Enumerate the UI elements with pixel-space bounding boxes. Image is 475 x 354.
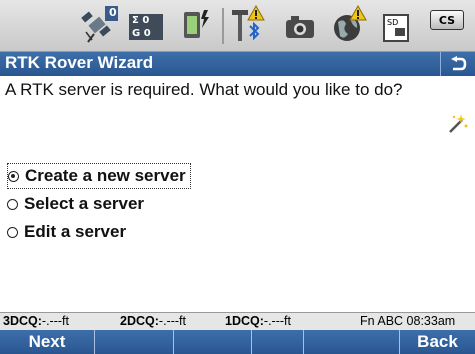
- option-create-new-server[interactable]: Create a new server: [7, 163, 191, 189]
- toolbar-separator: [222, 8, 224, 44]
- dcq1-value: -.---ft: [263, 314, 291, 328]
- back-button[interactable]: Back: [400, 330, 475, 354]
- dcq2-readout: 2DCQ:-.---ft: [120, 314, 186, 328]
- dcq2-label: 2DCQ:: [120, 314, 159, 328]
- option-label: Create a new server: [25, 166, 186, 185]
- option-label: Select a server: [24, 194, 145, 213]
- internet-globe-icon[interactable]: [330, 4, 368, 46]
- cs-label: CS: [438, 14, 456, 27]
- sd-card-icon[interactable]: SD: [380, 4, 414, 46]
- option-select-server[interactable]: Select a server: [7, 192, 148, 216]
- sigma-top-value: 0: [142, 15, 150, 26]
- radio-button[interactable]: [8, 170, 19, 182]
- wizard-question: A RTK server is required. What would you…: [5, 80, 403, 99]
- cs-button[interactable]: CS: [430, 4, 466, 46]
- softkey-3[interactable]: [174, 330, 252, 354]
- camera-icon[interactable]: [283, 4, 317, 46]
- dcq1-readout: 1DCQ:-.---ft: [225, 314, 291, 328]
- status-toolbar: 0 Σ 0 G 0 SD CS: [0, 0, 475, 52]
- dcq3-readout: 3DCQ:-.---ft: [3, 314, 69, 328]
- title-bar: RTK Rover Wizard: [0, 52, 475, 76]
- softkey-bar: Next Back: [0, 330, 475, 354]
- dcq3-value: -.---ft: [41, 314, 69, 328]
- next-button[interactable]: Next: [0, 330, 95, 354]
- satellite-count: 0: [109, 6, 117, 19]
- option-edit-server[interactable]: Edit a server: [7, 220, 130, 244]
- sigma-precision-icon[interactable]: Σ 0 G 0: [125, 4, 165, 46]
- radio-button[interactable]: [7, 198, 18, 210]
- softkey-2[interactable]: [95, 330, 174, 354]
- battery-icon[interactable]: [180, 4, 214, 46]
- dcq3-label: 3DCQ:: [3, 314, 42, 328]
- magic-wand-icon: [446, 112, 468, 140]
- dcq1-label: 1DCQ:: [225, 314, 264, 328]
- option-label: Edit a server: [24, 222, 127, 241]
- sigma-bottom-value: 0: [143, 28, 151, 39]
- radio-button[interactable]: [7, 226, 18, 238]
- quality-status-bar: 3DCQ:-.---ft 2DCQ:-.---ft 1DCQ:-.---ft F…: [0, 312, 475, 330]
- sd-card-label: SD: [387, 18, 399, 27]
- page-title: RTK Rover Wizard: [5, 53, 154, 72]
- return-arrow-icon[interactable]: [440, 52, 475, 76]
- softkey-4[interactable]: [252, 330, 304, 354]
- softkey-5[interactable]: [304, 330, 400, 354]
- satellite-icon[interactable]: 0: [80, 4, 120, 46]
- receiver-bluetooth-icon[interactable]: [230, 4, 266, 46]
- status-right: Fn ABC 08:33am: [360, 314, 456, 328]
- dcq2-value: -.---ft: [158, 314, 186, 328]
